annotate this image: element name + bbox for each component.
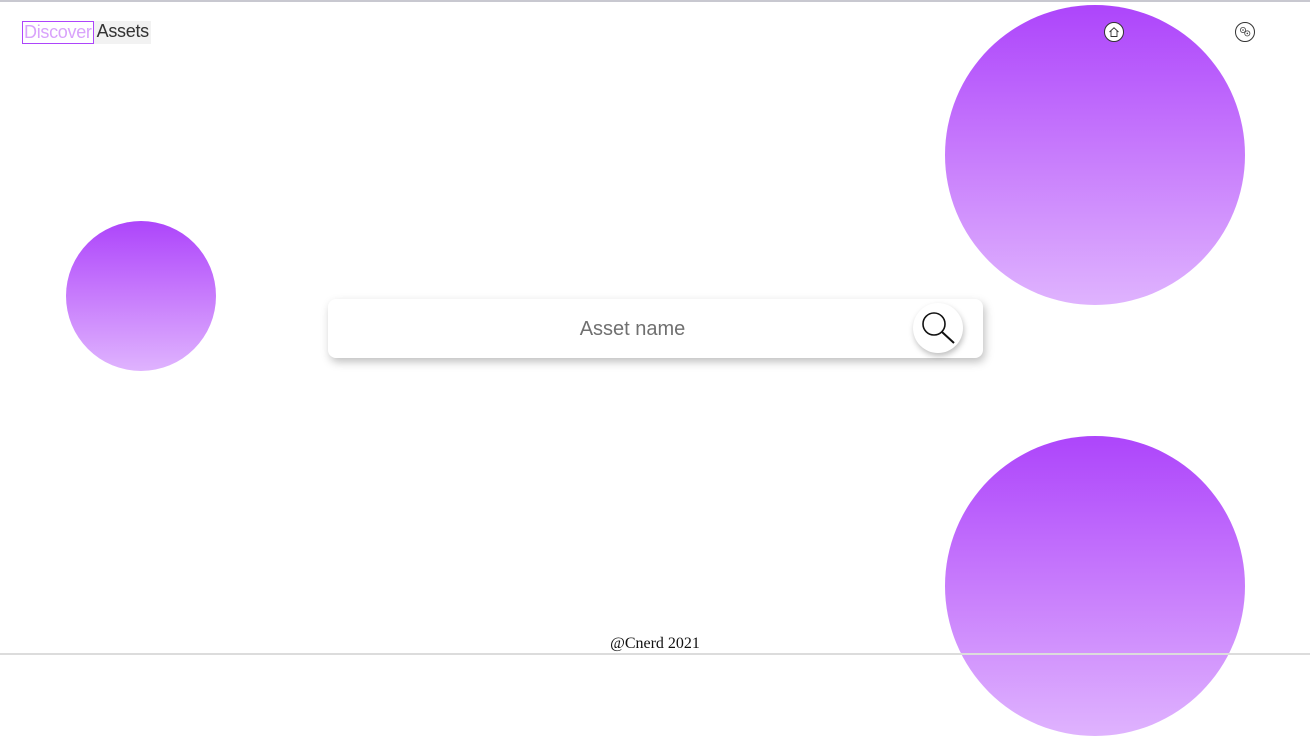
assets-button[interactable] xyxy=(1235,22,1255,42)
search-input[interactable] xyxy=(348,307,917,352)
home-button[interactable] xyxy=(1104,22,1124,42)
assets-icon xyxy=(1240,27,1251,37)
logo-discover-text: Discover xyxy=(22,21,94,44)
footer-copyright: @Cnerd 2021 xyxy=(610,635,700,652)
logo-assets-text: Assets xyxy=(93,21,151,44)
search-bar xyxy=(328,299,983,358)
home-icon xyxy=(1109,27,1119,37)
decorative-circle-top-right xyxy=(945,5,1245,305)
top-border xyxy=(0,0,1310,2)
decorative-circle-bottom-right xyxy=(945,436,1245,736)
logo[interactable]: Discover Assets xyxy=(22,21,151,44)
search-button[interactable] xyxy=(913,303,963,353)
decorative-circle-left xyxy=(66,221,216,371)
search-icon xyxy=(922,312,955,344)
